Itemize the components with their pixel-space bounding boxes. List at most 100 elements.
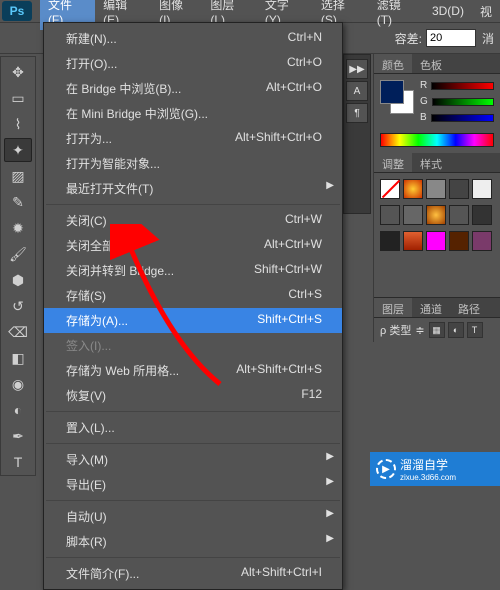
lasso-tool[interactable]: ⌇: [4, 112, 32, 136]
hue-strip[interactable]: [380, 133, 494, 147]
collapsed-paragraph-panel-icon[interactable]: ¶: [346, 103, 368, 123]
swatches-tab[interactable]: 色板: [412, 54, 450, 73]
layers-tab[interactable]: 图层: [374, 298, 412, 317]
adjustments-tab[interactable]: 调整: [374, 153, 412, 172]
menu-item[interactable]: 恢复(V)F12: [44, 383, 342, 408]
style-swatch[interactable]: [426, 205, 446, 225]
menu-item[interactable]: 存储(S)Ctrl+S: [44, 283, 342, 308]
menu-item[interactable]: 关闭并转到 Bridge...Shift+Ctrl+W: [44, 258, 342, 283]
collapsed-character-panel-icon[interactable]: A: [346, 81, 368, 101]
menu-item-label: 文件简介(F)...: [66, 565, 139, 582]
menu-item[interactable]: 置入(L)...: [44, 415, 342, 440]
menu-item[interactable]: 打开为...Alt+Shift+Ctrl+O: [44, 126, 342, 151]
style-swatch[interactable]: [472, 205, 492, 225]
b-label: B: [420, 112, 427, 123]
menu-item-label: 关闭并转到 Bridge...: [66, 262, 174, 279]
menu-view[interactable]: 视: [472, 0, 500, 23]
file-menu-dropdown: 新建(N)...Ctrl+N打开(O)...Ctrl+O在 Bridge 中浏览…: [43, 22, 343, 590]
menu-item[interactable]: 脚本(R)▶: [44, 529, 342, 554]
move-tool[interactable]: ✥: [4, 60, 32, 84]
menu-item[interactable]: 新建(N)...Ctrl+N: [44, 26, 342, 51]
menu-item-label: 签入(I)...: [66, 337, 111, 354]
menu-item[interactable]: 最近打开文件(T)▶: [44, 176, 342, 201]
foreground-background-colors[interactable]: [380, 80, 414, 114]
history-brush-tool[interactable]: ↺: [4, 294, 32, 318]
play-icon: ▶: [376, 459, 396, 479]
style-swatch[interactable]: [426, 231, 446, 251]
style-swatch[interactable]: [380, 231, 400, 251]
menu-item-shortcut: Alt+Shift+Ctrl+O: [235, 130, 322, 147]
menu-separator: [46, 443, 340, 444]
submenu-arrow-icon: ▶: [326, 180, 334, 191]
color-panel-tabs: 颜色 色板: [374, 54, 500, 74]
foreground-color[interactable]: [380, 80, 404, 104]
menu-item-label: 置入(L)...: [66, 419, 115, 436]
menu-item[interactable]: 文件简介(F)...Alt+Shift+Ctrl+I: [44, 561, 342, 586]
menu-item-shortcut: Alt+Ctrl+W: [264, 237, 322, 254]
menu-item[interactable]: 在 Bridge 中浏览(B)...Alt+Ctrl+O: [44, 76, 342, 101]
menu-item[interactable]: 打开(O)...Ctrl+O: [44, 51, 342, 76]
style-swatch[interactable]: [403, 231, 423, 251]
style-swatch[interactable]: [472, 231, 492, 251]
style-swatch[interactable]: [449, 205, 469, 225]
watermark-subtitle: zixue.3d66.com: [400, 473, 456, 482]
style-swatch[interactable]: [449, 231, 469, 251]
blur-tool[interactable]: ◉: [4, 372, 32, 396]
filter-adjustment-icon[interactable]: ◐: [448, 322, 464, 338]
magic-wand-tool[interactable]: ✦: [4, 138, 32, 162]
menu-item[interactable]: 存储为 Web 所用格...Alt+Shift+Ctrl+S: [44, 358, 342, 383]
style-swatch[interactable]: [403, 179, 423, 199]
menu-item[interactable]: 在 Mini Bridge 中浏览(G)...: [44, 101, 342, 126]
menu-item-label: 存储为 Web 所用格...: [66, 362, 179, 379]
style-swatch[interactable]: [380, 205, 400, 225]
styles-grid-row2: [374, 205, 500, 231]
filter-type-icon[interactable]: T: [467, 322, 483, 338]
menu-item[interactable]: 关闭全部Alt+Ctrl+W: [44, 233, 342, 258]
eraser-tool[interactable]: ⌫: [4, 320, 32, 344]
type-tool[interactable]: T: [4, 450, 32, 474]
collapsed-panel-strip: ▶▶ A ¶: [343, 54, 371, 214]
dodge-tool[interactable]: ◐: [4, 398, 32, 422]
menu-item[interactable]: 关闭(C)Ctrl+W: [44, 208, 342, 233]
right-panels: 颜色 色板 R G B 调整 样式: [373, 54, 500, 342]
marquee-tool[interactable]: ▭: [4, 86, 32, 110]
menu-item[interactable]: 自动(U)▶: [44, 504, 342, 529]
tolerance-input[interactable]: [426, 29, 476, 47]
style-swatch[interactable]: [449, 179, 469, 199]
gradient-tool[interactable]: ◧: [4, 346, 32, 370]
styles-tab[interactable]: 样式: [412, 153, 450, 172]
pen-tool[interactable]: ✒: [4, 424, 32, 448]
eyedropper-tool[interactable]: ✎: [4, 190, 32, 214]
brush-tool[interactable]: 🖌: [4, 242, 32, 266]
crop-tool[interactable]: ▨: [4, 164, 32, 188]
submenu-arrow-icon: ▶: [326, 476, 334, 487]
menu-item[interactable]: 导入(M)▶: [44, 447, 342, 472]
menu-3d[interactable]: 3D(D): [424, 1, 472, 21]
b-slider[interactable]: [431, 114, 494, 122]
menu-item-shortcut: Shift+Ctrl+S: [257, 312, 322, 329]
paths-tab[interactable]: 路径: [450, 298, 488, 317]
app-logo: Ps: [2, 1, 32, 21]
style-swatch[interactable]: [426, 179, 446, 199]
menu-filter[interactable]: 滤镜(T): [369, 0, 424, 30]
watermark-title: 溜溜自学: [400, 458, 448, 472]
filter-pixel-icon[interactable]: ▦: [429, 322, 445, 338]
healing-brush-tool[interactable]: ✹: [4, 216, 32, 240]
menu-item[interactable]: 打开为智能对象...: [44, 151, 342, 176]
style-swatch[interactable]: [403, 205, 423, 225]
menu-separator: [46, 411, 340, 412]
menu-item-shortcut: Ctrl+S: [288, 287, 322, 304]
menu-item[interactable]: 存储为(A)...Shift+Ctrl+S: [44, 308, 342, 333]
menu-item-label: 在 Bridge 中浏览(B)...: [66, 80, 181, 97]
channels-tab[interactable]: 通道: [412, 298, 450, 317]
filter-dropdown-icon[interactable]: ≑: [415, 324, 424, 337]
g-slider[interactable]: [432, 98, 494, 106]
stamp-tool[interactable]: ⬢: [4, 268, 32, 292]
menu-item[interactable]: 导出(E)▶: [44, 472, 342, 497]
menu-item-label: 新建(N)...: [66, 30, 117, 47]
collapsed-item[interactable]: ▶▶: [346, 59, 368, 79]
r-slider[interactable]: [431, 82, 494, 90]
style-none[interactable]: [380, 179, 400, 199]
color-tab[interactable]: 颜色: [374, 54, 412, 73]
style-swatch[interactable]: [472, 179, 492, 199]
